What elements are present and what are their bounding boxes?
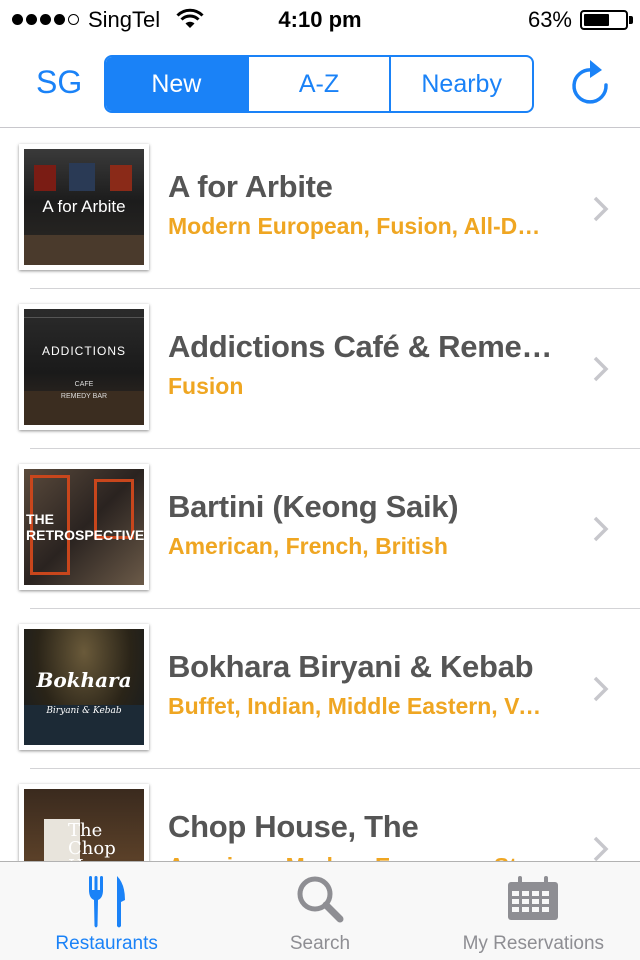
magnifier-icon — [297, 876, 344, 923]
restaurant-cuisine: American, French, British — [168, 533, 448, 559]
region-button[interactable]: SG — [36, 64, 82, 101]
battery-icon — [580, 10, 628, 30]
chevron-right-icon — [593, 196, 609, 222]
chevron-right-icon — [593, 836, 609, 861]
tab-label: Restaurants — [55, 933, 158, 954]
restaurant-photo: A for Arbite — [19, 144, 149, 270]
thumb-logo-text: The Chop House — [68, 820, 126, 861]
restaurant-cuisine: Modern European, Fusion, All-Day Dining — [168, 213, 553, 239]
restaurant-row[interactable]: The Chop House Chop House, The American,… — [0, 769, 640, 861]
navigation-bar: SG New A-Z Nearby — [0, 40, 640, 128]
tab-restaurants[interactable]: Restaurants — [0, 862, 213, 960]
restaurant-cuisine: Buffet, Indian, Middle Eastern, Vegetari… — [168, 693, 553, 719]
thumb-sub-text: REMEDY BAR — [60, 392, 108, 400]
restaurant-name: Addictions Café & Remedy Bar — [168, 329, 553, 364]
segment-nearby[interactable]: Nearby — [391, 57, 532, 111]
calendar-icon — [508, 876, 559, 920]
segment-a-z[interactable]: A-Z — [249, 57, 392, 111]
restaurant-row[interactable]: THE RETROSPECTIVE Bartini (Keong Saik) A… — [0, 449, 640, 609]
chevron-right-icon — [593, 516, 609, 542]
restaurant-name: Chop House, The — [168, 809, 419, 844]
thumb-sub-text: CAFE — [74, 380, 94, 388]
restaurant-photo: THE RETROSPECTIVE — [19, 464, 149, 590]
restaurant-photo: Bokhara Biryani & Kebab — [19, 624, 149, 750]
tab-bar: Restaurants Search My Reservations — [0, 861, 640, 960]
sort-segmented-control: New A-Z Nearby — [104, 55, 534, 113]
thumb-logo-text: THE RETROSPECTIVE — [26, 511, 144, 543]
restaurant-row[interactable]: ADDICTIONS CAFE REMEDY BAR Addictions Ca… — [0, 289, 640, 449]
tab-my-reservations[interactable]: My Reservations — [427, 862, 640, 960]
thumb-logo-text: ADDICTIONS — [41, 343, 126, 358]
battery-percent: 63% — [527, 7, 572, 32]
restaurant-name: Bokhara Biryani & Kebab — [168, 649, 534, 684]
tab-label: My Reservations — [462, 933, 605, 954]
restaurant-list: A for Arbite A for Arbite Modern Europea… — [0, 129, 640, 861]
restaurant-name: Bartini (Keong Saik) — [168, 489, 459, 524]
thumb-logo-text: Bokhara — [36, 668, 132, 693]
chevron-right-icon — [593, 356, 609, 382]
status-bar: SingTel 4:10 pm 63% — [0, 0, 640, 40]
refresh-icon[interactable] — [568, 58, 612, 108]
chevron-right-icon — [593, 676, 609, 702]
restaurant-cuisine: American, Modern European, Steakhouse — [168, 853, 553, 861]
thumb-logo-text: A for Arbite — [42, 197, 126, 216]
fork-knife-icon — [88, 876, 125, 928]
restaurant-row[interactable]: A for Arbite A for Arbite Modern Europea… — [0, 129, 640, 289]
restaurant-row[interactable]: Bokhara Biryani & Kebab Bokhara Biryani … — [0, 609, 640, 769]
restaurant-photo: The Chop House — [19, 784, 149, 861]
battery-level-fill — [584, 14, 610, 26]
tab-label: Search — [289, 933, 351, 954]
restaurant-cuisine: Fusion — [168, 373, 244, 399]
segment-new[interactable]: New — [106, 57, 249, 111]
restaurant-photo: ADDICTIONS CAFE REMEDY BAR — [19, 304, 149, 430]
tab-search[interactable]: Search — [213, 862, 426, 960]
restaurant-name: A for Arbite — [168, 169, 333, 204]
battery-tip — [629, 16, 633, 24]
thumb-sub-text: Biryani & Kebab — [46, 705, 122, 716]
